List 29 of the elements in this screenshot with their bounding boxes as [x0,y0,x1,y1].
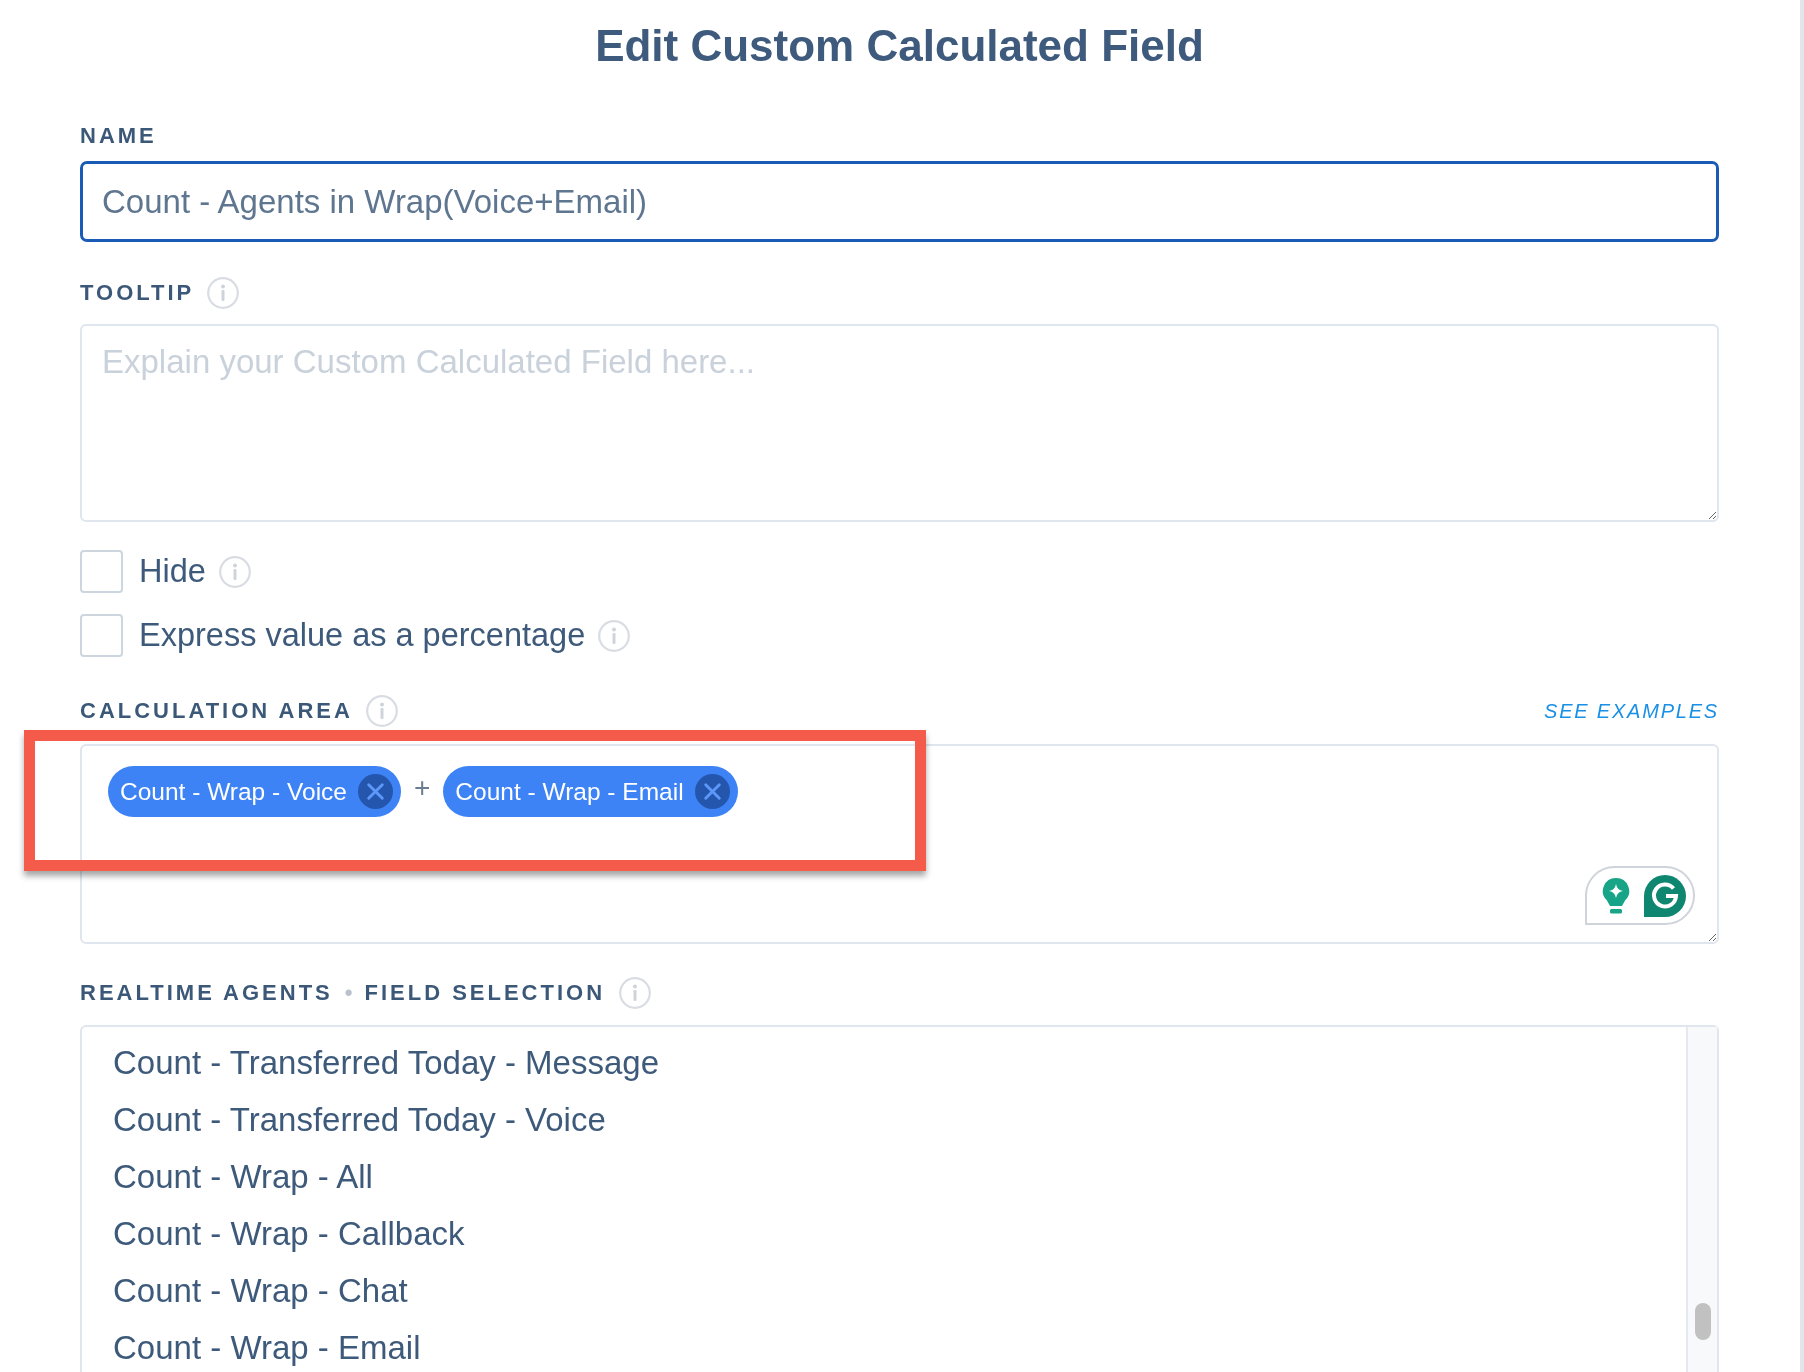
separator-dot: • [344,980,353,1006]
option-label: Hide [139,553,206,590]
page-title: Edit Custom Calculated Field [594,22,1205,70]
field-label: FIELD SELECTION [364,980,606,1006]
list-option[interactable]: Count - Wrap - All [113,1148,1686,1205]
lightbulb-icon [1601,876,1631,915]
calculation-area[interactable]: Count - Wrap - Voice + Count - Wrap - Email [80,744,1719,944]
list-option[interactable]: Count - Wrap - Callback [113,1205,1686,1262]
list-option[interactable]: Count - Transferred Today - Message [113,1034,1686,1091]
field-label: CALCULATION AREA [80,698,353,724]
checkbox[interactable] [80,614,123,657]
field-token[interactable]: Count - Wrap - Voice [108,766,401,817]
list-option[interactable]: Count - Wrap - Chat [113,1262,1686,1319]
logo-icon [1643,873,1687,918]
close-icon[interactable] [357,774,393,809]
name-input[interactable]: Count - Agents in Wrap(Voice+Email) [80,161,1719,242]
close-icon[interactable] [694,774,730,809]
scrollbar-track[interactable] [1686,1027,1717,1372]
field-label: NAME [80,123,157,149]
scrollbar-thumb[interactable] [1694,1303,1711,1340]
field-label: TOOLTIP [80,280,195,306]
list-option[interactable]: Count - Transferred Today - Voice [113,1091,1686,1148]
field-token[interactable]: Count - Wrap - Email [443,766,738,817]
field-label: REALTIME AGENTS [80,980,333,1006]
operator-text: + [413,771,431,805]
list-option[interactable]: Count - Wrap - Email [113,1319,1686,1372]
checkbox[interactable] [80,550,123,593]
writing-assistant-widget[interactable] [1585,866,1695,925]
option-label: Express value as a percentage [139,617,586,654]
